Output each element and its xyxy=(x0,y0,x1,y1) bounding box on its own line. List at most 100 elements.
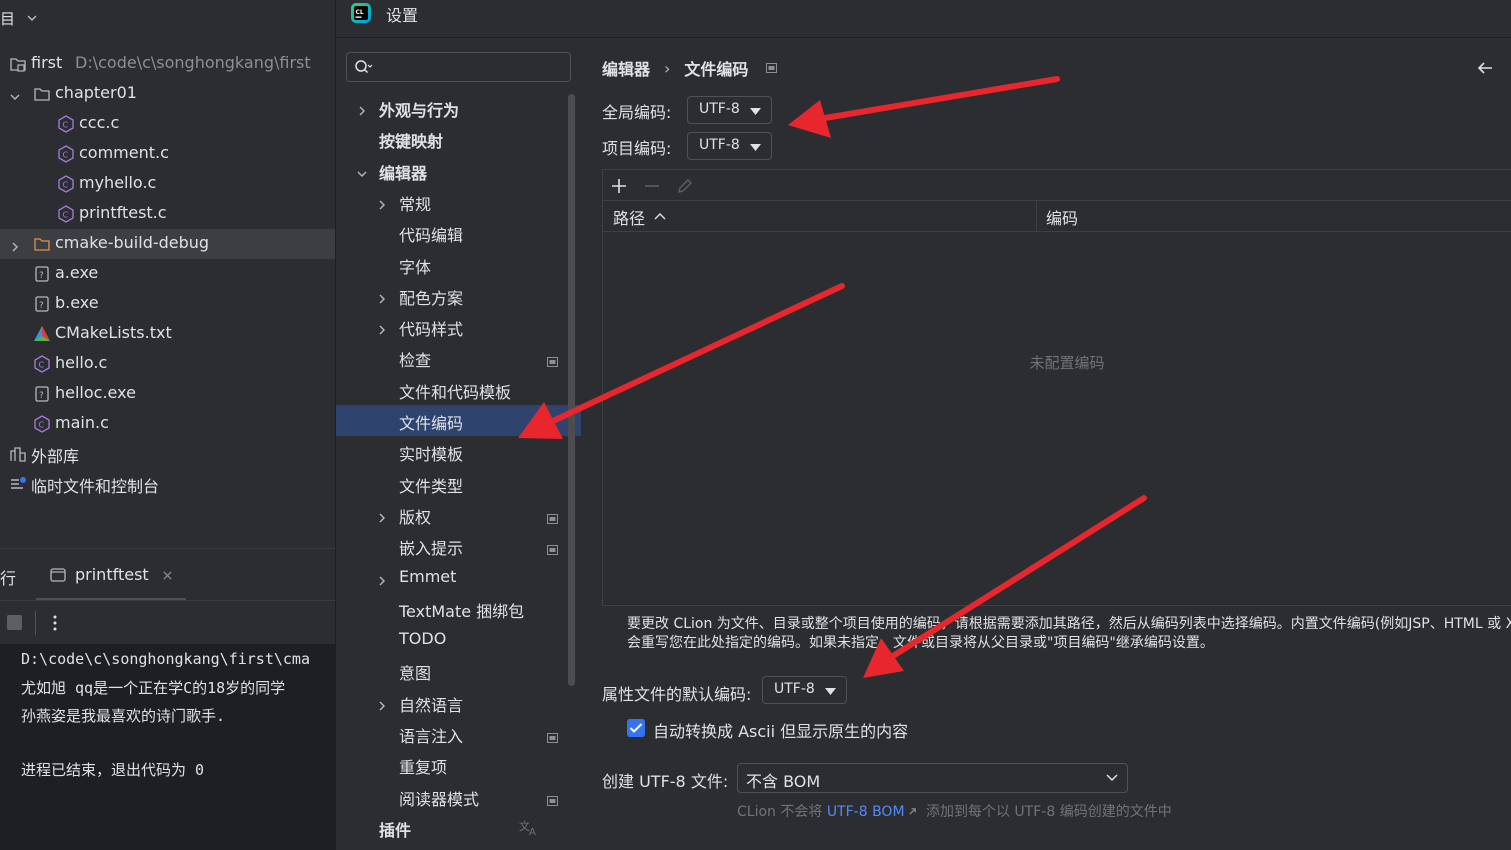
search-icon xyxy=(355,60,373,74)
svg-text:C: C xyxy=(39,361,45,370)
properties-encoding-combo[interactable]: UTF-8 xyxy=(762,676,847,704)
chevron-right-icon[interactable] xyxy=(376,290,388,304)
nav-item[interactable]: 编辑器 xyxy=(336,155,581,186)
tree-item[interactable]: ? a.exe xyxy=(0,259,335,289)
bom-label: 创建 UTF-8 文件: xyxy=(602,772,729,791)
external-link-icon[interactable] xyxy=(908,807,917,816)
chevron-right-icon[interactable] xyxy=(376,697,388,711)
column-header-path[interactable]: 路径 xyxy=(613,205,645,229)
tree-item[interactable]: ? helloc.exe xyxy=(0,379,335,409)
nav-item[interactable]: 检查 xyxy=(336,342,581,373)
nav-item[interactable]: TODO xyxy=(336,624,581,655)
nav-item[interactable]: 代码编辑 xyxy=(336,217,581,248)
project-header[interactable]: 目 xyxy=(0,4,39,32)
svg-text:C: C xyxy=(39,421,45,430)
nav-item[interactable]: 重复项 xyxy=(336,749,581,780)
nav-item[interactable]: TextMate 捆绑包 xyxy=(336,593,581,624)
close-icon[interactable] xyxy=(162,570,173,581)
nav-item[interactable]: 嵌入提示 xyxy=(336,530,581,561)
nav-item[interactable]: 常规 xyxy=(336,186,581,217)
nav-item[interactable]: 文件类型 xyxy=(336,468,581,499)
tree-item[interactable]: Chello.c xyxy=(0,349,335,379)
global-encoding-combo[interactable]: UTF-8 xyxy=(687,96,772,124)
c-file-icon: C xyxy=(33,355,51,373)
global-encoding-label: 全局编码: xyxy=(602,103,672,122)
translate-icon[interactable]: 文 A xyxy=(519,818,539,836)
nav-item[interactable]: 按键映射 xyxy=(336,123,581,154)
tree-item[interactable]: cmake-build-debug xyxy=(0,229,335,259)
table-header: 路径 编码 xyxy=(603,201,1511,232)
tree-item[interactable]: Cprintftest.c xyxy=(0,199,335,229)
search-input[interactable] xyxy=(377,56,562,78)
bom-combo[interactable]: 不含 BOM xyxy=(737,763,1128,793)
bom-link[interactable]: UTF-8 BOM xyxy=(827,804,905,820)
encoding-hint: 要更改 CLion 为文件、目录或整个项目使用的编码，请根据需要添加其路径，然后… xyxy=(627,615,1511,653)
nav-item[interactable]: 阅读器模式 xyxy=(336,781,581,812)
chevron-down-icon[interactable] xyxy=(356,165,368,177)
nav-item[interactable]: 自然语言 xyxy=(336,687,581,718)
run-tab[interactable]: printftest xyxy=(36,549,186,601)
column-divider[interactable] xyxy=(1036,201,1037,232)
nav-item[interactable]: 外观与行为 xyxy=(336,92,581,123)
nav-item[interactable]: 文件和代码模板 xyxy=(336,374,581,405)
chevron-right-icon[interactable] xyxy=(376,196,388,210)
chevron-down-icon[interactable] xyxy=(9,88,21,100)
nav-item-label: 语言注入 xyxy=(399,727,464,746)
nav-item[interactable]: 代码样式 xyxy=(336,311,581,342)
tree-item[interactable]: Cccc.c xyxy=(0,109,335,139)
tree-item[interactable]: first D:\code\c\songhongkang\first xyxy=(0,49,335,79)
project-encoding-combo[interactable]: UTF-8 xyxy=(687,132,772,160)
column-header-encoding[interactable]: 编码 xyxy=(1046,205,1078,229)
breadcrumb-item[interactable]: 编辑器 xyxy=(602,56,650,80)
tree-item[interactable]: Cmain.c xyxy=(0,409,335,439)
back-arrow-icon[interactable] xyxy=(1476,60,1494,76)
tree-item[interactable]: ? b.exe xyxy=(0,289,335,319)
svg-text:?: ? xyxy=(39,271,44,281)
nav-item-label: 外观与行为 xyxy=(379,101,460,120)
nav-item[interactable]: 实时模板 xyxy=(336,436,581,467)
unknown-file-icon: ? xyxy=(33,295,51,313)
cmake-icon xyxy=(33,325,51,343)
table-toolbar xyxy=(603,170,1511,201)
nav-item[interactable]: 意图 xyxy=(336,655,581,686)
more-icon[interactable] xyxy=(52,614,58,632)
nav-item-label: 字体 xyxy=(399,257,432,277)
nav-item[interactable]: 配色方案 xyxy=(336,280,581,311)
stop-icon[interactable] xyxy=(7,615,22,630)
sort-asc-icon[interactable] xyxy=(654,212,666,220)
chevron-right-icon[interactable] xyxy=(9,238,21,252)
nav-item[interactable]: 字体 xyxy=(336,249,581,280)
nav-item[interactable]: 语言注入 xyxy=(336,718,581,749)
tree-item[interactable]: 外部库 xyxy=(0,439,335,469)
tree-item[interactable]: Cmyhello.c xyxy=(0,169,335,199)
nav-item[interactable]: 插件 xyxy=(336,812,581,843)
tree-item-label: b.exe xyxy=(55,293,99,312)
project-scope-icon xyxy=(547,352,559,368)
nav-scrollbar[interactable] xyxy=(568,94,575,686)
tree-item[interactable]: 临时文件和控制台 xyxy=(0,469,335,499)
table-empty-text: 未配置编码 xyxy=(1029,354,1105,372)
remove-icon[interactable] xyxy=(643,177,661,195)
dialog-title: 设置 xyxy=(386,6,419,25)
chevron-right-icon[interactable] xyxy=(376,321,388,335)
ascii-checkbox[interactable] xyxy=(627,719,645,737)
nav-item[interactable]: Emmet xyxy=(336,562,581,593)
chevron-right-icon[interactable] xyxy=(376,509,388,523)
nav-item-label: 自然语言 xyxy=(399,695,464,715)
add-icon[interactable] xyxy=(610,177,628,195)
nav-item-label: 嵌入提示 xyxy=(399,539,464,559)
chevron-right-icon[interactable] xyxy=(356,102,368,116)
tree-item[interactable]: CMakeLists.txt xyxy=(0,319,335,349)
bom-note-prefix: CLion 不会将 xyxy=(737,804,823,820)
ascii-checkbox-label[interactable]: 自动转换成 Ascii 但显示原生的内容 xyxy=(653,718,908,742)
nav-item-label: 阅读器模式 xyxy=(399,789,480,809)
edit-icon[interactable] xyxy=(676,177,694,195)
nav-item[interactable]: 文件编码 xyxy=(336,405,581,436)
breadcrumb-separator: › xyxy=(664,58,671,78)
chevron-right-icon[interactable] xyxy=(376,572,388,585)
caret-down-icon xyxy=(750,108,761,115)
nav-item[interactable]: 版权 xyxy=(336,499,581,530)
settings-search[interactable] xyxy=(346,52,571,82)
tree-item[interactable]: Ccomment.c xyxy=(0,139,335,169)
tree-item[interactable]: chapter01 xyxy=(0,79,335,109)
